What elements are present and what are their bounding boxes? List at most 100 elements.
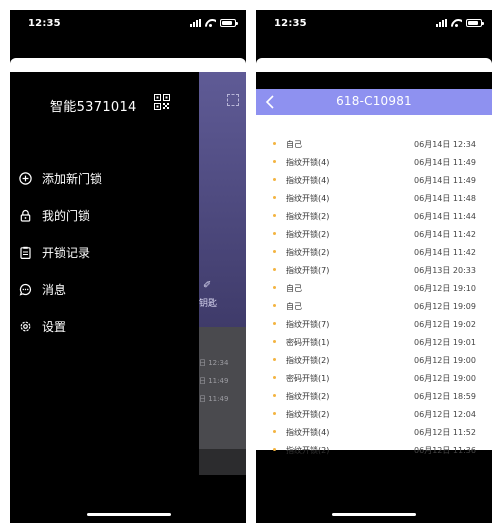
record-row[interactable]: 指纹开锁(2) 06月14日 11:44 xyxy=(256,207,492,225)
record-time: 06月12日 11:52 xyxy=(414,428,476,437)
status-time: 12:35 xyxy=(274,18,307,29)
battery-icon xyxy=(220,19,238,27)
bullet-dot-icon xyxy=(273,286,276,289)
record-row[interactable]: 指纹开锁(2) 06月12日 11:36 xyxy=(256,441,492,459)
record-name: 指纹开锁(2) xyxy=(286,212,330,221)
record-time: 06月12日 19:00 xyxy=(414,374,476,383)
record-name: 指纹开锁(4) xyxy=(286,176,330,185)
qr-code-icon[interactable] xyxy=(154,94,170,110)
clipboard-icon xyxy=(18,246,32,260)
bullet-dot-icon xyxy=(273,340,276,343)
background-app: ✐ 钥匙 日 12:34 日 11:49 日 11:49 xyxy=(199,72,246,475)
record-row[interactable]: 指纹开锁(4) 06月14日 11:49 xyxy=(256,171,492,189)
record-name: 指纹开锁(2) xyxy=(286,392,330,401)
record-name: 自己 xyxy=(286,302,302,311)
record-time: 06月12日 12:04 xyxy=(414,410,476,419)
record-time: 06月12日 19:01 xyxy=(414,338,476,347)
bullet-dot-icon xyxy=(273,448,276,451)
add-circle-icon xyxy=(18,172,32,186)
menu-item-label: 消息 xyxy=(42,283,67,297)
status-icons xyxy=(190,19,238,27)
record-time: 06月14日 11:42 xyxy=(414,230,476,239)
record-row[interactable]: 自己 06月12日 19:10 xyxy=(256,279,492,297)
bullet-dot-icon xyxy=(273,232,276,235)
chat-bubble-icon xyxy=(18,283,32,297)
record-name: 自己 xyxy=(286,284,302,293)
record-row[interactable]: 指纹开锁(4) 06月14日 11:49 xyxy=(256,153,492,171)
record-row[interactable]: 指纹开锁(2) 06月14日 11:42 xyxy=(256,225,492,243)
record-name: 密码开锁(1) xyxy=(286,338,330,347)
status-bar: 12:35 xyxy=(256,10,492,40)
bullet-dot-icon xyxy=(273,358,276,361)
menu-item-my-locks[interactable]: 我的门锁 xyxy=(10,197,199,234)
bullet-dot-icon xyxy=(273,160,276,163)
right-phone-screen: 12:35 618-C10981 自己 06月14日 12:34 指纹开锁(4) 06… xyxy=(256,10,492,523)
menu-item-label: 添加新门锁 xyxy=(42,172,103,186)
record-name: 指纹开锁(4) xyxy=(286,194,330,203)
record-time: 06月14日 11:42 xyxy=(414,248,476,257)
record-row[interactable]: 指纹开锁(7) 06月12日 19:02 xyxy=(256,315,492,333)
wifi-icon xyxy=(451,19,462,27)
bullet-dot-icon xyxy=(273,268,276,271)
record-time: 06月12日 19:00 xyxy=(414,356,476,365)
menu-item-unlock-records[interactable]: 开锁记录 xyxy=(10,234,199,271)
record-row[interactable]: 自己 06月14日 12:34 xyxy=(256,135,492,153)
status-bar: 12:35 xyxy=(10,10,246,40)
drawer-title: 智能5371014 xyxy=(50,100,137,115)
record-time: 06月14日 11:49 xyxy=(414,158,476,167)
menu-item-label: 开锁记录 xyxy=(42,246,91,260)
menu-item-label: 设置 xyxy=(42,320,67,334)
bullet-dot-icon xyxy=(273,142,276,145)
record-row[interactable]: 指纹开锁(2) 06月14日 11:42 xyxy=(256,243,492,261)
record-row[interactable]: 指纹开锁(2) 06月12日 18:59 xyxy=(256,387,492,405)
record-name: 指纹开锁(2) xyxy=(286,446,330,455)
key-icon: ✐ xyxy=(203,280,212,291)
record-row[interactable]: 指纹开锁(4) 06月14日 11:48 xyxy=(256,189,492,207)
background-row: 日 12:34 xyxy=(199,359,229,367)
menu-item-label: 我的门锁 xyxy=(42,209,91,223)
record-row[interactable]: 自己 06月12日 19:09 xyxy=(256,297,492,315)
scan-icon xyxy=(227,94,239,106)
record-time: 06月14日 11:49 xyxy=(414,176,476,185)
record-name: 指纹开锁(4) xyxy=(286,158,330,167)
record-name: 指纹开锁(2) xyxy=(286,248,330,257)
record-time: 06月14日 12:34 xyxy=(414,140,476,149)
status-time: 12:35 xyxy=(28,18,61,29)
drawer-menu: 添加新门锁 我的门锁 开锁记录 消息 设置 xyxy=(10,160,199,345)
top-strip xyxy=(256,58,492,72)
bullet-dot-icon xyxy=(273,376,276,379)
signal-icon xyxy=(190,19,201,27)
menu-item-add-lock[interactable]: 添加新门锁 xyxy=(10,160,199,197)
record-time: 06月12日 19:10 xyxy=(414,284,476,293)
background-header: ✐ 钥匙 xyxy=(199,72,246,327)
bullet-dot-icon xyxy=(273,412,276,415)
page-title: 618-C10981 xyxy=(336,94,412,108)
record-row[interactable]: 指纹开锁(4) 06月12日 11:52 xyxy=(256,423,492,441)
record-row[interactable]: 密码开锁(1) 06月12日 19:00 xyxy=(256,369,492,387)
left-phone-screen: 12:35 ✐ 钥匙 日 12:34 日 11:49 日 11:49 智能537… xyxy=(10,10,246,523)
home-indicator[interactable] xyxy=(87,513,171,516)
menu-item-settings[interactable]: 设置 xyxy=(10,308,199,345)
record-time: 06月13日 20:33 xyxy=(414,266,476,275)
background-row: 日 11:49 xyxy=(199,377,229,385)
record-time: 06月12日 19:09 xyxy=(414,302,476,311)
record-row[interactable]: 指纹开锁(2) 06月12日 12:04 xyxy=(256,405,492,423)
unlock-record-list[interactable]: 自己 06月14日 12:34 指纹开锁(4) 06月14日 11:49 指纹开锁(4)… xyxy=(256,115,492,455)
record-name: 密码开锁(1) xyxy=(286,374,330,383)
record-row[interactable]: 指纹开锁(7) 06月13日 20:33 xyxy=(256,261,492,279)
bullet-dot-icon xyxy=(273,304,276,307)
signal-icon xyxy=(436,19,447,27)
record-time: 06月12日 19:02 xyxy=(414,320,476,329)
top-strip xyxy=(10,58,246,72)
record-row[interactable]: 密码开锁(1) 06月12日 19:01 xyxy=(256,333,492,351)
bullet-dot-icon xyxy=(273,394,276,397)
home-indicator[interactable] xyxy=(332,513,416,516)
record-row[interactable]: 指纹开锁(2) 06月12日 19:00 xyxy=(256,351,492,369)
lock-icon xyxy=(18,209,32,223)
record-name: 指纹开锁(4) xyxy=(286,428,330,437)
background-footer xyxy=(199,449,246,475)
menu-item-messages[interactable]: 消息 xyxy=(10,271,199,308)
bullet-dot-icon xyxy=(273,322,276,325)
battery-icon xyxy=(466,19,484,27)
bullet-dot-icon xyxy=(273,196,276,199)
